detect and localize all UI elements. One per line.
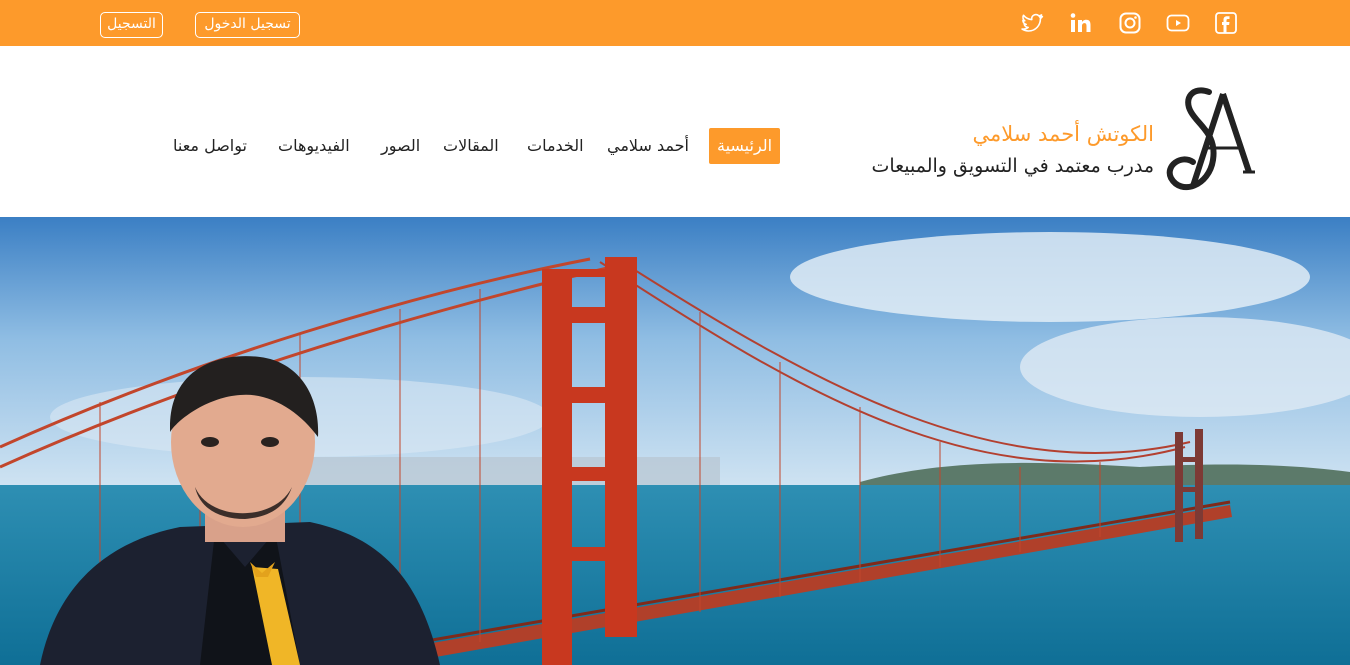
brand-title: الكوتش أحمد سلامي (972, 122, 1154, 146)
twitter-icon[interactable] (1020, 11, 1044, 35)
instagram-icon[interactable] (1118, 11, 1142, 35)
nav-item-videos[interactable]: الفيديوهات (278, 128, 350, 164)
login-button[interactable]: تسجيل الدخول (195, 12, 300, 38)
site-logo[interactable] (1163, 86, 1255, 194)
top-bar: التسجيل تسجيل الدخول (0, 0, 1350, 46)
nav-item-services[interactable]: الخدمات (527, 128, 584, 164)
nav-item-articles[interactable]: المقالات (443, 128, 499, 164)
nav-item-ahmed-sallami[interactable]: أحمد سلامي (607, 128, 689, 164)
nav-item-contact[interactable]: تواصل معنا (173, 128, 247, 164)
linkedin-icon[interactable] (1069, 11, 1093, 35)
nav-item-photos[interactable]: الصور (381, 128, 420, 164)
brand-subtitle: مدرب معتمد في التسويق والمبيعات (871, 155, 1154, 177)
youtube-icon[interactable] (1166, 11, 1190, 35)
nav-item-home[interactable]: الرئيسية (709, 128, 781, 164)
hero-banner (0, 217, 1350, 665)
register-button[interactable]: التسجيل (100, 12, 163, 38)
facebook-icon[interactable] (1214, 11, 1238, 35)
site-header: الكوتش أحمد سلامي مدرب معتمد في التسويق … (0, 46, 1350, 217)
